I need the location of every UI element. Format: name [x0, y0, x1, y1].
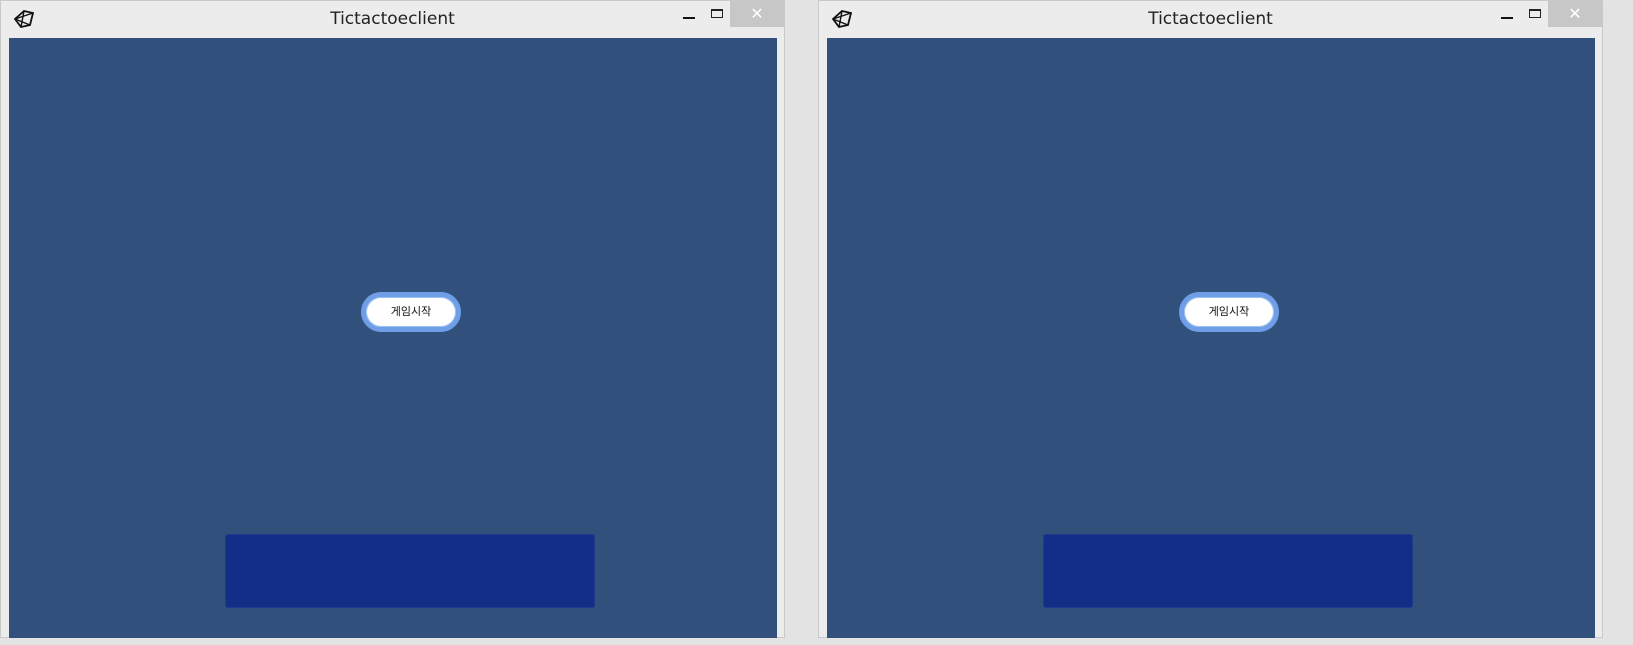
window-title: Tictactoeclient — [1148, 9, 1273, 29]
close-button[interactable]: ✕ — [730, 1, 784, 27]
minimize-button[interactable] — [1494, 1, 1520, 27]
minimize-button[interactable] — [676, 1, 702, 27]
title-bar[interactable]: Tictactoeclient ✕ — [1, 1, 784, 37]
title-bar[interactable]: Tictactoeclient ✕ — [819, 1, 1602, 37]
desktop: Tictactoeclient ✕ 게임시작 Tictactoeclient ✕ — [0, 0, 1633, 645]
close-button[interactable]: ✕ — [1548, 1, 1602, 27]
maximize-button[interactable] — [1522, 1, 1548, 27]
window-title: Tictactoeclient — [330, 9, 455, 29]
start-game-button[interactable]: 게임시작 — [361, 292, 461, 332]
bottom-panel — [225, 534, 595, 608]
start-game-button[interactable]: 게임시작 — [1179, 292, 1279, 332]
game-window-right: Tictactoeclient ✕ 게임시작 — [818, 0, 1603, 638]
maximize-button[interactable] — [704, 1, 730, 27]
game-canvas: 게임시작 — [827, 38, 1595, 638]
game-canvas: 게임시작 — [9, 38, 777, 638]
bottom-panel — [1043, 534, 1413, 608]
game-window-left: Tictactoeclient ✕ 게임시작 — [0, 0, 785, 638]
